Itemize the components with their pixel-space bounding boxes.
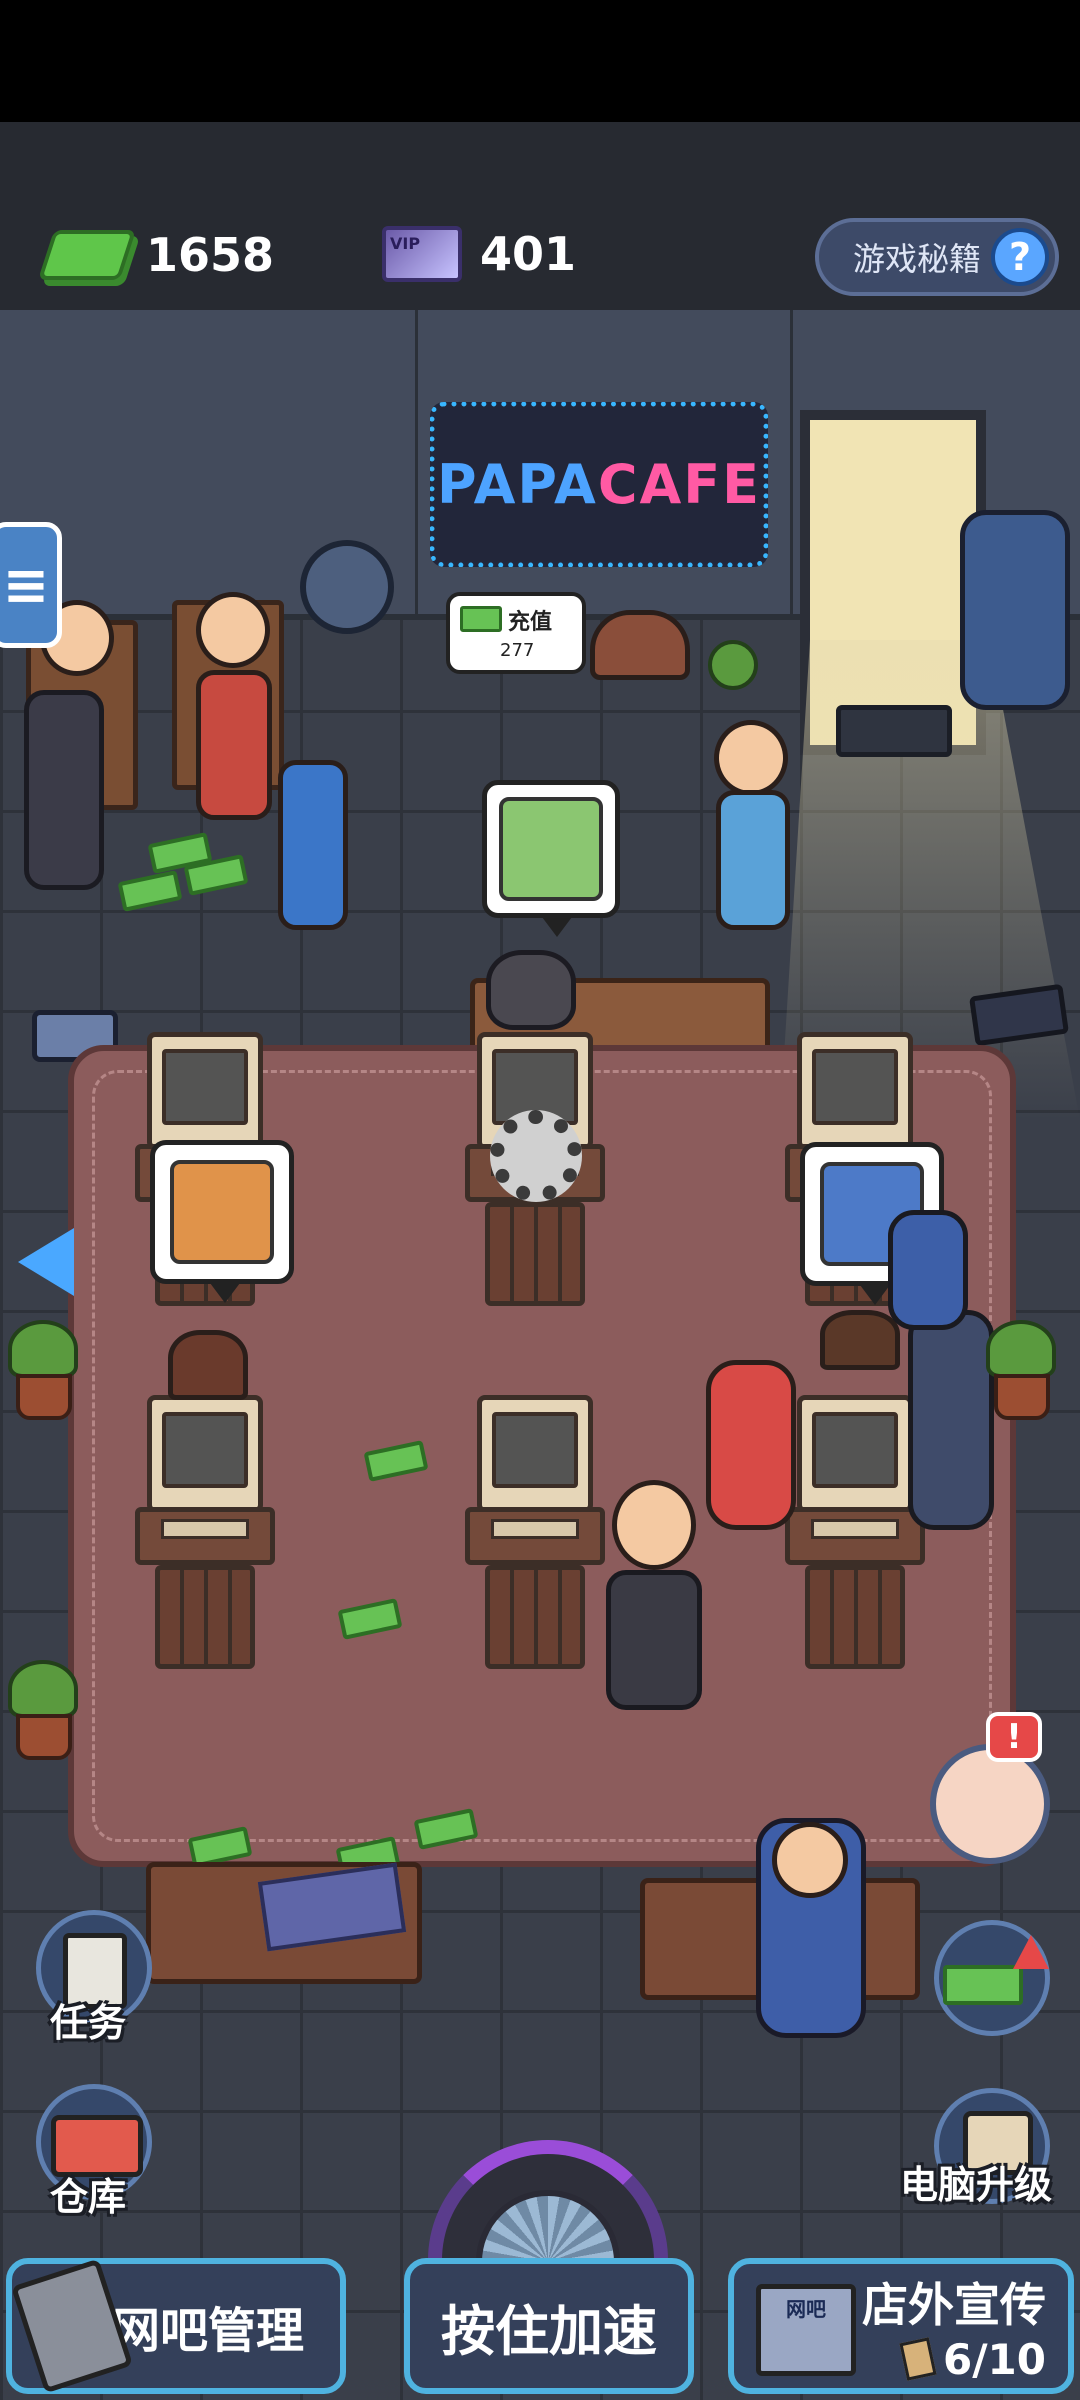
cash-icon (943, 1965, 1023, 2005)
papa-cafe-neon-sign: PAPA CAFE (430, 402, 768, 567)
cash-icon (460, 606, 502, 632)
promotion-count: 6/10 (942, 2334, 1046, 2384)
promotion-label: 店外宣传 (862, 2277, 1046, 2332)
recharge-label: 充值 (508, 610, 553, 635)
promotion-count-row: 6/10 (899, 2334, 1046, 2384)
counter-plant (708, 640, 758, 690)
pc-station[interactable] (465, 1395, 605, 1685)
customer-request-bubble[interactable] (482, 780, 620, 937)
soldier-character-icon (499, 797, 603, 901)
cash-boost-button[interactable] (934, 1920, 1050, 2036)
bald-character[interactable] (606, 1570, 702, 1710)
electric-fan (300, 540, 394, 634)
game-tips-button[interactable]: 游戏秘籍 ? (815, 218, 1059, 296)
promotion-button[interactable]: 网吧 店外宣传 6/10 (728, 2258, 1074, 2394)
bald-character[interactable] (612, 1480, 696, 1570)
hold-to-speed-up-label: 按住加速 (441, 2299, 657, 2363)
alert-icon: ! (986, 1712, 1042, 1762)
customer-character[interactable] (168, 1330, 248, 1400)
recharge-value: 277 (500, 640, 535, 661)
red-character[interactable] (706, 1360, 796, 1530)
vip-amount: 401 (480, 227, 577, 281)
status-bar (0, 0, 1080, 122)
settings-gear-icon[interactable] (490, 1110, 582, 1202)
maid-character[interactable] (278, 760, 348, 930)
help-icon: ? (991, 228, 1049, 286)
cash-pickup[interactable] (117, 870, 183, 912)
sign-text-papa: PAPA (436, 453, 598, 516)
hammer-icon (10, 2258, 134, 2394)
superhero-waiter-character[interactable] (772, 1822, 848, 1898)
customer-character[interactable] (196, 592, 270, 668)
left-arrow-icon[interactable] (18, 1228, 74, 1296)
cafe-management-label: 网吧管理 (111, 2303, 304, 2359)
shop-front-icon: 网吧 (756, 2284, 856, 2376)
potted-plant (986, 1320, 1056, 1420)
customer-character[interactable] (24, 690, 104, 890)
pc-station[interactable] (785, 1395, 925, 1685)
customer-character[interactable] (716, 790, 790, 930)
door-mat (836, 705, 952, 757)
customer-request-bubble[interactable] (150, 1140, 294, 1303)
customer-character[interactable] (820, 1310, 900, 1370)
customer-character[interactable] (908, 1310, 994, 1530)
game-tips-label: 游戏秘籍 (852, 240, 981, 278)
wolf-character[interactable] (486, 950, 576, 1030)
cafe-scene[interactable]: PAPA CAFE 充值 277 (0, 310, 1080, 2400)
warehouse-label: 仓库 (50, 2175, 127, 2219)
cashier-character[interactable] (590, 610, 690, 680)
vip-counter: VIP 401 (382, 226, 576, 282)
hold-to-speed-up-button[interactable]: 按住加速 (404, 2258, 694, 2394)
sign-text-cafe: CAFE (597, 453, 762, 516)
recharge-bubble[interactable]: 充值 277 (446, 592, 586, 674)
cash-icon (37, 230, 137, 280)
pc-station[interactable] (135, 1395, 275, 1685)
menu-icon[interactable]: ≡ (0, 522, 62, 648)
vip-ticket-icon: VIP (382, 226, 462, 282)
assistant-avatar[interactable] (930, 1744, 1050, 1864)
potted-plant (8, 1660, 78, 1760)
superhero-character[interactable] (888, 1210, 968, 1330)
cash-amount: 1658 (146, 228, 275, 282)
flyer-icon (899, 2337, 937, 2381)
cafe-management-button[interactable]: 网吧管理 (6, 2258, 346, 2394)
customer-character[interactable] (714, 720, 788, 796)
customer-character[interactable] (196, 670, 272, 820)
tasks-label: 任务 (50, 2001, 127, 2045)
pacman-game-icon (170, 1160, 274, 1264)
computer-upgrade-label: 电脑升级 (900, 2163, 1053, 2207)
security-guard-character[interactable] (960, 510, 1070, 710)
cash-counter: 1658 (37, 228, 275, 282)
wall-divider (415, 310, 418, 620)
potted-plant (8, 1320, 78, 1420)
up-arrow-icon (1013, 1935, 1049, 1969)
wall-divider (790, 310, 793, 620)
